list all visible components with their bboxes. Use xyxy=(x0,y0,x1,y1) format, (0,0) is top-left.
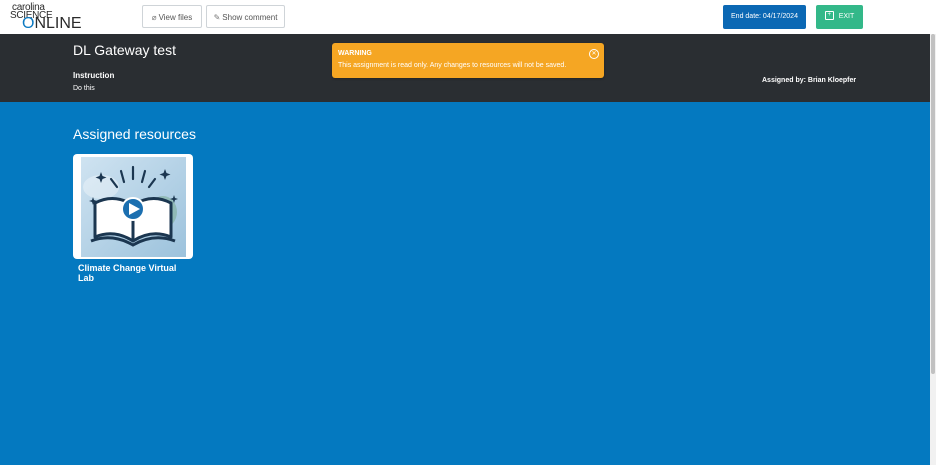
resource-card[interactable] xyxy=(73,154,193,259)
resource-title[interactable]: Climate Change Virtual Lab xyxy=(78,263,190,283)
view-files-label: View files xyxy=(158,13,193,22)
carolina-science-online-logo[interactable]: carolina SCIENCE ONLINE xyxy=(10,3,90,32)
paperclip-icon: ⌀ xyxy=(151,13,157,22)
instruction-label: Instruction xyxy=(73,71,115,80)
warning-title: WARNING xyxy=(338,50,372,57)
logo-line-3: ONLINE xyxy=(22,16,82,32)
top-bar: carolina SCIENCE ONLINE ⌀ View files ✎ Sho… xyxy=(0,0,936,34)
assigned-by: Assigned by: Brian Kloepfer xyxy=(762,77,857,84)
logo-o: O xyxy=(22,15,35,32)
exit-label: EXIT xyxy=(838,13,855,20)
close-icon[interactable]: ✕ xyxy=(589,49,599,59)
logo-line-3-rest: NLINE xyxy=(34,15,82,32)
main-content: Assigned resources Climate Change Virtua… xyxy=(0,102,930,465)
show-comment-label: Show comment xyxy=(222,13,278,22)
open-book-play-icon xyxy=(81,157,186,257)
warning-message: This assignment is read only. Any change… xyxy=(338,62,567,69)
exit-button[interactable]: + EXIT xyxy=(816,5,863,29)
exit-icon: + xyxy=(824,10,834,20)
scrollbar-thumb[interactable] xyxy=(931,34,935,374)
assignment-title: DL Gateway test xyxy=(73,42,176,58)
end-date-badge: End date: 04/17/2024 xyxy=(723,5,806,29)
section-title: Assigned resources xyxy=(73,126,196,142)
view-files-button[interactable]: ⌀ View files xyxy=(142,5,202,28)
warning-alert: WARNING This assignment is read only. An… xyxy=(332,43,604,78)
instruction-text: Do this xyxy=(73,85,95,92)
pencil-icon: ✎ xyxy=(213,13,221,22)
show-comment-button[interactable]: ✎ Show comment xyxy=(206,5,285,28)
